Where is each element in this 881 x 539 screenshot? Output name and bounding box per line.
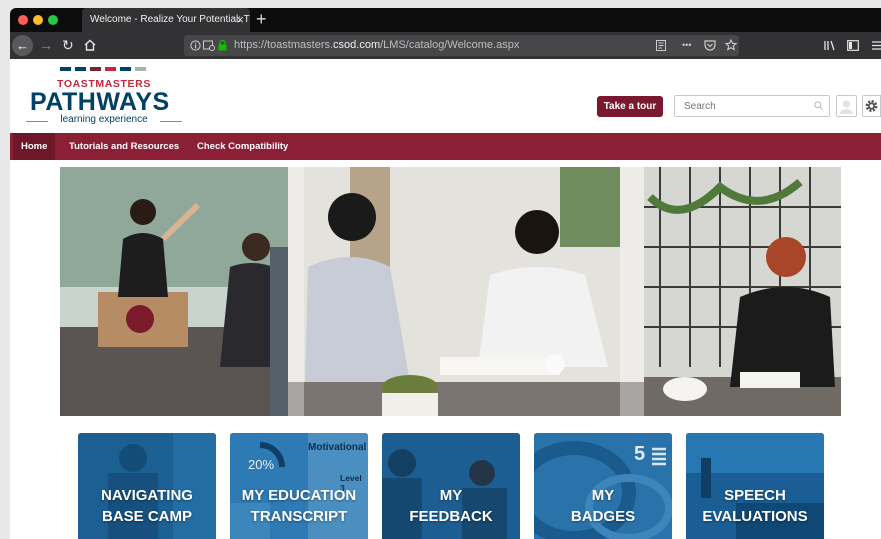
url-bar[interactable]: https://toastmasters.csod.com/LMS/catalo… — [184, 35, 739, 56]
tile-label: MY EDUCATION TRANSCRIPT — [241, 487, 357, 525]
tile-label: MY FEEDBACK — [409, 487, 493, 525]
bookmark-star-icon[interactable] — [725, 39, 737, 51]
tab-title: Welcome - Realize Your Potential: T — [90, 14, 250, 25]
web-page: TOASTMASTERS PATHWAYS learning experienc… — [10, 59, 881, 539]
tab-close-icon[interactable]: × — [236, 8, 244, 32]
page-actions-icon[interactable]: ••• — [682, 35, 691, 56]
menu-item-home[interactable]: Home — [13, 133, 56, 160]
browser-navbar: ← → ↻ https://toastmasters.csod.com/LMS/… — [10, 32, 881, 59]
hero-photo-collage — [60, 167, 841, 416]
browser-tab[interactable]: Welcome - Realize Your Potential: T × — [82, 8, 250, 32]
tile-badge-number: 5 — [634, 443, 646, 465]
logo-title: PATHWAYS — [30, 88, 170, 116]
tile-percent: 20% — [248, 457, 275, 472]
sidebar-icon[interactable] — [847, 40, 859, 51]
url-text[interactable]: https://toastmasters.csod.com/LMS/catalo… — [234, 35, 519, 56]
logo-tagline: learning experience — [26, 114, 182, 125]
tile-speech-evaluations[interactable]: SPEECH EVALUATIONS — [686, 433, 824, 539]
reload-icon[interactable]: ↻ — [62, 32, 74, 59]
minimize-window-icon[interactable] — [33, 15, 43, 25]
tile-label: SPEECH EVALUATIONS — [702, 487, 808, 525]
lock-icon — [218, 40, 227, 51]
hero-image — [60, 167, 841, 416]
tile-my-education-transcript[interactable]: 20% Motivational Level 3 MY EDUCATION TR… — [230, 433, 368, 539]
gear-icon — [865, 100, 878, 112]
permissions-icon[interactable] — [203, 40, 215, 51]
tile-label: NAVIGATING BASE CAMP — [101, 487, 193, 525]
take-tour-button[interactable]: Take a tour — [597, 96, 663, 117]
tiles-row: NAVIGATING BASE CAMP 20% Motivational Le… — [78, 433, 824, 539]
tile-my-feedback[interactable]: MY FEEDBACK — [382, 433, 520, 539]
main-menu: Home Tutorials and Resources Check Compa… — [10, 133, 881, 160]
tile-navigating-base-camp[interactable]: NAVIGATING BASE CAMP — [78, 433, 216, 539]
search-input[interactable] — [674, 95, 830, 117]
tile-label: MY BADGES — [570, 487, 636, 525]
settings-button[interactable] — [862, 95, 881, 117]
new-tab-icon[interactable]: + — [256, 8, 267, 30]
menu-item-compatibility[interactable]: Check Compatibility — [189, 133, 296, 160]
pocket-icon[interactable] — [704, 40, 716, 51]
tile-my-badges[interactable]: 5 MY BADGES — [534, 433, 672, 539]
tile-motivational-text: Motivational — [308, 442, 367, 453]
library-icon[interactable] — [824, 40, 836, 51]
forward-icon[interactable]: → — [39, 32, 53, 59]
back-icon[interactable]: ← — [12, 35, 33, 56]
site-header: TOASTMASTERS PATHWAYS learning experienc… — [10, 59, 881, 133]
hamburger-menu-icon[interactable] — [872, 40, 881, 51]
reader-view-icon[interactable] — [656, 40, 666, 51]
browser-titlebar: Welcome - Realize Your Potential: T × + — [10, 8, 881, 32]
home-icon[interactable] — [84, 32, 96, 60]
menu-item-tutorials[interactable]: Tutorials and Resources — [61, 133, 187, 160]
close-window-icon[interactable] — [18, 15, 28, 25]
user-icon — [840, 100, 853, 114]
info-icon[interactable] — [190, 40, 201, 51]
maximize-window-icon[interactable] — [48, 15, 58, 25]
user-avatar[interactable] — [836, 95, 857, 117]
search-icon[interactable] — [814, 101, 823, 110]
